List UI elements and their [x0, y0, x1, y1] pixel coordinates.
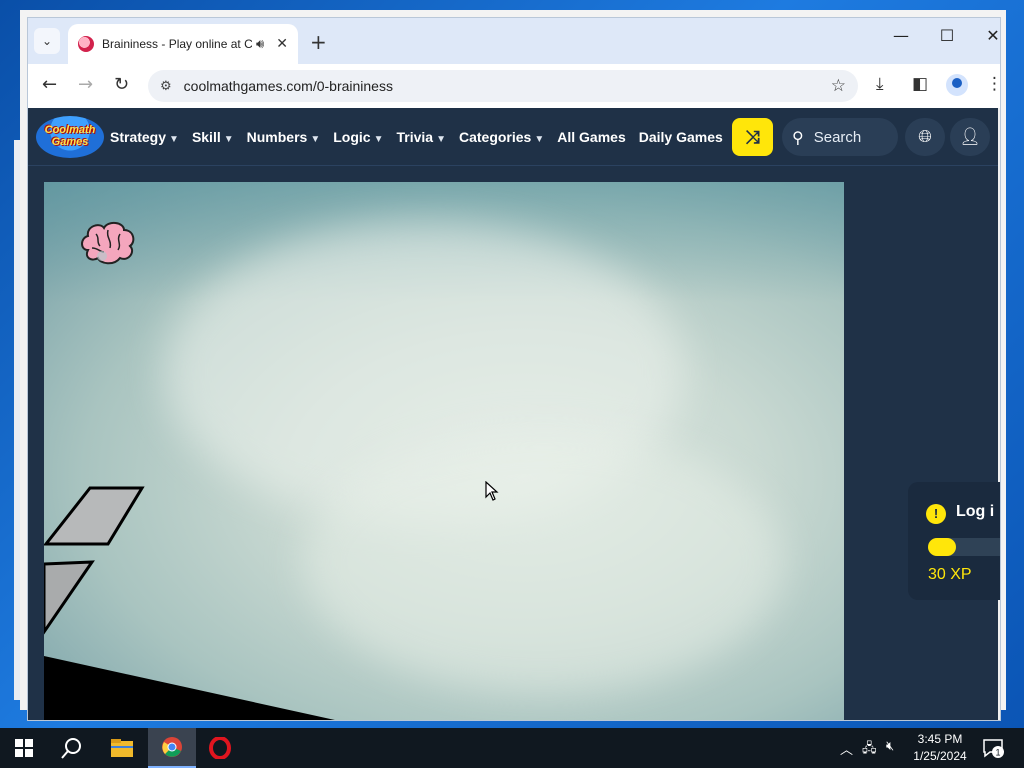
- xp-progress-bar: [928, 538, 1000, 556]
- shuffle-icon: ⤨: [745, 126, 760, 148]
- xp-amount: 30 XP: [928, 566, 972, 583]
- chevron-down-icon: ▼: [373, 134, 384, 145]
- url-text: coolmathgames.com/0-braininess: [183, 78, 393, 94]
- search-icon: [61, 738, 81, 759]
- tab-search-button[interactable]: ⌄: [34, 28, 60, 54]
- nav-logic[interactable]: Logic ▼: [333, 129, 383, 145]
- chevron-down-icon: ▼: [223, 134, 234, 145]
- address-bar[interactable]: ⚙ coolmathgames.com/0-braininess ☆: [148, 70, 858, 102]
- new-tab-button[interactable]: +: [310, 30, 327, 54]
- taskbar-chrome[interactable]: [148, 728, 196, 768]
- taskbar-clock[interactable]: 3:45 PM 1/25/2024: [904, 731, 976, 765]
- file-explorer-icon: [111, 739, 133, 757]
- star-icon[interactable]: ☆: [831, 76, 846, 96]
- notification-icon[interactable]: 1: [982, 737, 1004, 759]
- xp-progress-fill: [928, 538, 956, 556]
- taskbar: ︿ 🖧︎ 🔇︎ 3:45 PM 1/25/2024 1: [0, 728, 1024, 768]
- nav-trivia[interactable]: Trivia ▼: [396, 129, 446, 145]
- forward-icon[interactable]: →: [78, 74, 93, 95]
- taskbar-file-explorer[interactable]: [98, 728, 146, 768]
- chevron-down-icon: ▼: [310, 134, 321, 145]
- globe-icon: 🌐︎: [918, 127, 932, 147]
- chevron-down-icon: ▼: [436, 134, 446, 145]
- menu-icon[interactable]: ⋮: [986, 74, 1000, 94]
- account-button[interactable]: 👤︎: [950, 118, 990, 156]
- reload-icon[interactable]: ↻: [114, 74, 129, 95]
- chevron-down-icon: ▼: [534, 134, 545, 145]
- speaker-icon[interactable]: 🔊︎: [256, 37, 264, 52]
- site-info-icon[interactable]: ⚙: [160, 79, 172, 94]
- brain-icon: [81, 222, 135, 265]
- site-header: Coolmath Games Strategy ▼ Skill ▼ Numbers ▼…: [28, 108, 1000, 166]
- nav-strategy[interactable]: Strategy ▼: [110, 129, 179, 145]
- xp-panel[interactable]: ! Log i 30 XP: [908, 482, 1000, 600]
- mouse-cursor-icon: [485, 481, 499, 501]
- search-label: Search: [813, 128, 862, 146]
- chevron-down-icon: ▼: [169, 134, 179, 145]
- search-button[interactable]: ⚲ Search: [782, 118, 898, 156]
- nav-all-games[interactable]: All Games: [557, 129, 625, 145]
- game-canvas[interactable]: [44, 182, 844, 720]
- language-button[interactable]: 🌐︎: [905, 118, 945, 156]
- game-ground: [44, 656, 335, 720]
- sidepanel-icon[interactable]: ◧: [912, 74, 928, 94]
- clock-time: 3:45 PM: [917, 732, 963, 746]
- taskbar-search[interactable]: [48, 728, 96, 768]
- start-button[interactable]: [0, 728, 48, 768]
- user-icon: 👤︎: [959, 127, 981, 147]
- close-tab-icon[interactable]: ✕: [276, 36, 288, 52]
- taskbar-opera[interactable]: [196, 728, 244, 768]
- game-platform: [44, 486, 145, 635]
- tab-title: Braininess - Play online at Coolmath Gam…: [102, 37, 252, 51]
- maximize-button[interactable]: ☐: [924, 26, 970, 45]
- chevron-down-icon: ⌄: [41, 34, 53, 48]
- minimize-button[interactable]: —: [878, 26, 924, 45]
- browser-titlebar: ⌄ Braininess - Play online at Coolmath G…: [28, 18, 1000, 64]
- browser-toolbar: ← → ↻ ⚙ coolmathgames.com/0-braininess ☆…: [28, 64, 1000, 108]
- nav-numbers[interactable]: Numbers ▼: [247, 129, 321, 145]
- login-prompt[interactable]: Log i: [956, 503, 994, 521]
- favicon-brain-icon: [78, 36, 94, 52]
- main-nav: Strategy ▼ Skill ▼ Numbers ▼ Logic ▼ Trivia ▼…: [110, 108, 736, 166]
- back-icon[interactable]: ←: [42, 74, 57, 95]
- browser-window: ⌄ Braininess - Play online at Coolmath G…: [28, 18, 1000, 720]
- random-game-button[interactable]: ⤨: [732, 118, 773, 156]
- page-scrollbar[interactable]: ▲ ▼: [998, 108, 1000, 720]
- profile-icon[interactable]: [946, 74, 968, 96]
- close-window-button[interactable]: ✕: [970, 26, 1000, 45]
- logo-text: Coolmath Games: [44, 124, 96, 148]
- chrome-icon: [162, 737, 182, 757]
- browser-tab[interactable]: Braininess - Play online at Coolmath Gam…: [68, 24, 298, 64]
- nav-categories[interactable]: Categories ▼: [459, 129, 544, 145]
- search-icon: ⚲: [792, 127, 804, 147]
- nav-daily-games[interactable]: Daily Games: [639, 129, 723, 145]
- windows-start-icon: [15, 739, 33, 757]
- network-icon[interactable]: 🖧︎: [862, 739, 877, 761]
- opera-icon: [209, 737, 231, 759]
- coolmath-logo[interactable]: Coolmath Games: [36, 116, 104, 158]
- nav-skill[interactable]: Skill ▼: [192, 129, 234, 145]
- alert-icon: !: [926, 504, 946, 524]
- volume-muted-icon[interactable]: 🔇︎: [886, 739, 894, 754]
- clock-date: 1/25/2024: [913, 749, 967, 763]
- notification-count: 1: [995, 748, 1000, 758]
- download-icon[interactable]: ⤓: [876, 74, 884, 94]
- show-hidden-icons-icon[interactable]: ︿: [840, 739, 853, 758]
